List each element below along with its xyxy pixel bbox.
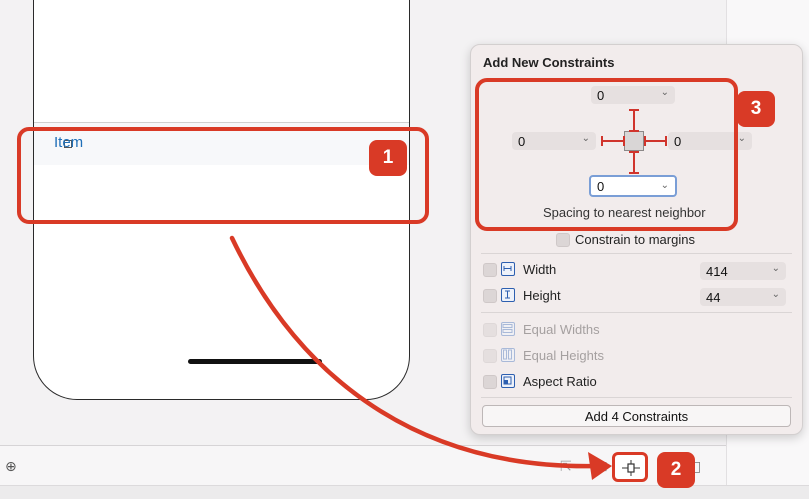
- constrain-to-margins-label: Constrain to margins: [575, 232, 695, 247]
- constrain-to-margins-checkbox[interactable]: [556, 233, 570, 247]
- height-value: 44: [706, 289, 721, 305]
- equal-heights-checkbox[interactable]: [483, 349, 497, 363]
- chevron-down-icon: ⌄: [737, 133, 746, 144]
- width-value: 414: [706, 263, 728, 279]
- height-value-field[interactable]: 44 ⌄: [700, 288, 786, 306]
- aspect-ratio-label: Aspect Ratio: [523, 374, 597, 389]
- badge-3: 3: [737, 91, 775, 127]
- aspect-ratio-icon: [501, 374, 515, 388]
- chevron-down-icon: ⌄: [771, 263, 780, 274]
- width-label: Width: [523, 262, 557, 277]
- badge-1: 1: [369, 140, 407, 176]
- height-label: Height: [523, 288, 561, 303]
- add-constraints-popover: Add New Constraints 0 ⌄ 0 ⌄ 0 ⌄ 0 ⌄ Spac…: [470, 44, 803, 435]
- equal-heights-label: Equal Heights: [523, 348, 604, 363]
- popover-title: Add New Constraints: [483, 55, 615, 70]
- aspect-ratio-checkbox[interactable]: [483, 375, 497, 389]
- equal-widths-checkbox[interactable]: [483, 323, 497, 337]
- chevron-down-icon: ⌄: [771, 289, 780, 300]
- divider: [481, 253, 792, 254]
- divider: [481, 397, 792, 398]
- width-value-field[interactable]: 414 ⌄: [700, 262, 786, 280]
- width-checkbox[interactable]: [483, 263, 497, 277]
- divider: [481, 312, 792, 313]
- callout-box-spacing: [475, 78, 738, 231]
- add-constraints-confirm-button[interactable]: Add 4 Constraints: [482, 405, 791, 427]
- height-icon: [501, 288, 515, 302]
- width-icon: [501, 262, 515, 276]
- equal-widths-label: Equal Widths: [523, 322, 600, 337]
- equal-widths-icon: [501, 322, 515, 336]
- height-checkbox[interactable]: [483, 289, 497, 303]
- equal-heights-icon: [501, 348, 515, 362]
- badge-2: 2: [657, 452, 695, 488]
- callout-box-cell: [17, 127, 429, 224]
